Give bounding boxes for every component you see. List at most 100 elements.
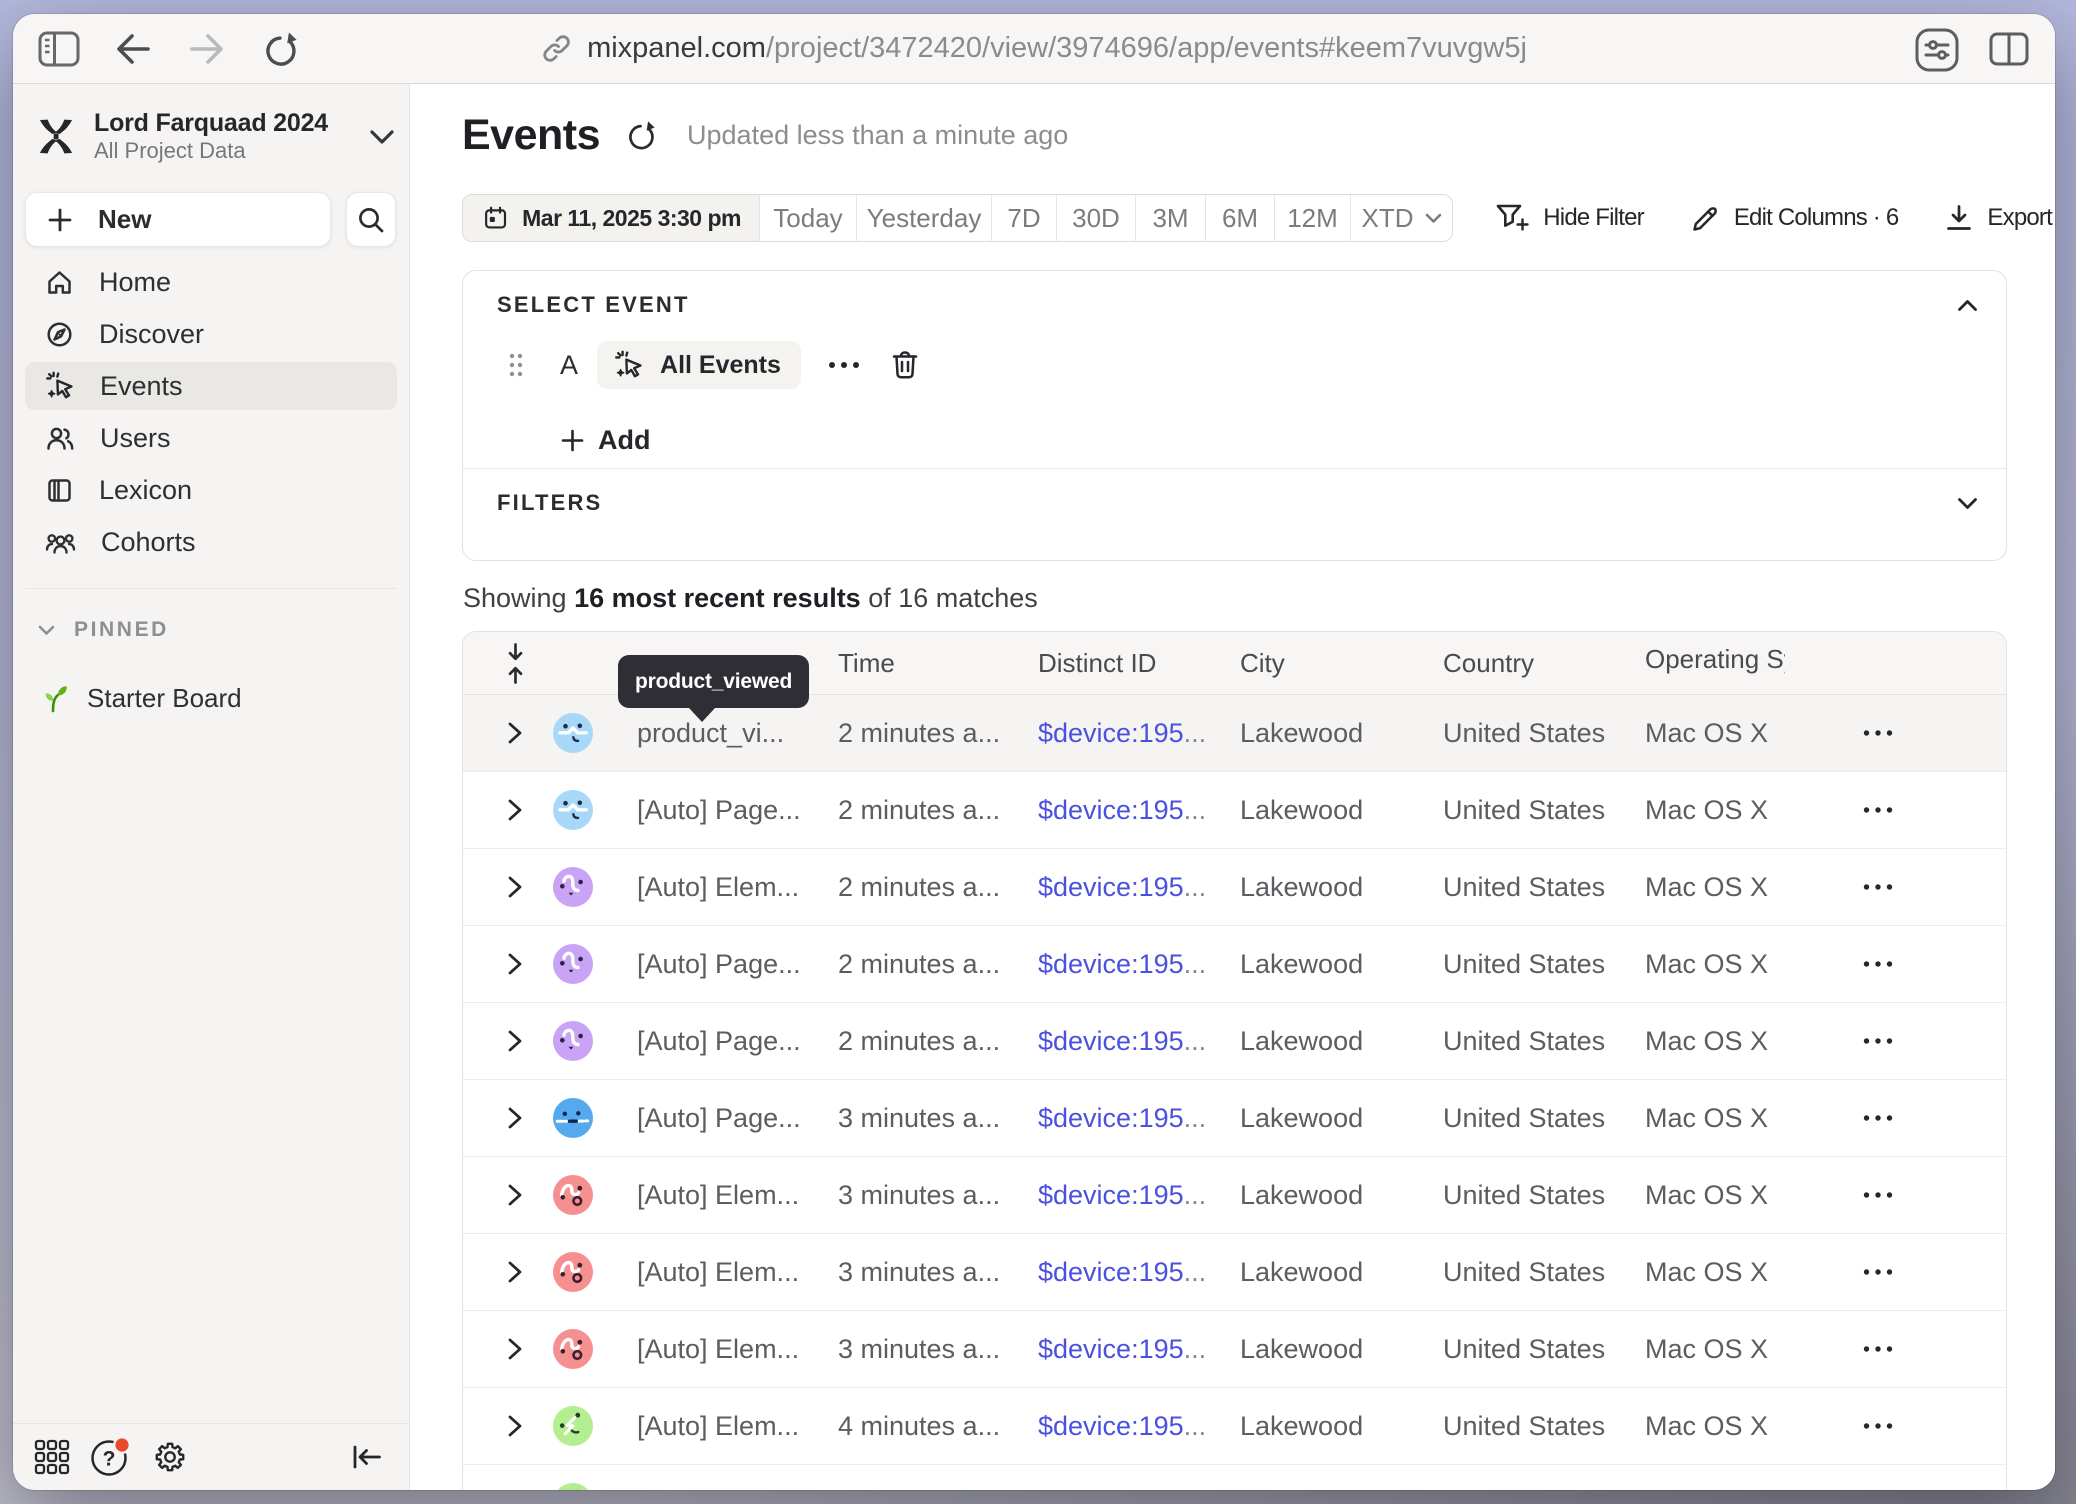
row-more-button[interactable] [1863, 1422, 1893, 1430]
event-more-button[interactable] [828, 361, 860, 369]
row-more-button[interactable] [1863, 729, 1893, 737]
refresh-icon[interactable] [625, 119, 658, 152]
cell-event-name[interactable]: [Auto] Page... [637, 949, 838, 980]
column-header-os[interactable]: Operating System [1645, 644, 1863, 682]
address-bar[interactable]: mixpanel.com/project/3472420/view/397469… [541, 32, 1527, 65]
table-row[interactable]: [Auto] Elem... 3 minutes a... $device:19… [463, 1234, 2006, 1311]
new-button[interactable]: New [25, 192, 331, 247]
pinned-section-header[interactable]: PINNED [38, 618, 409, 642]
chevron-right-icon[interactable] [505, 951, 525, 977]
forward-button[interactable] [185, 27, 229, 71]
collapse-sidebar-button[interactable] [345, 1435, 389, 1479]
cell-event-name[interactable]: [Auto] Page... [637, 795, 838, 826]
chevron-right-icon[interactable] [505, 1105, 525, 1131]
cell-event-name[interactable]: [Auto] Elem... [637, 1257, 838, 1288]
chevron-right-icon[interactable] [505, 1336, 525, 1362]
sidebar-item-discover[interactable]: Discover [25, 310, 397, 358]
chevron-right-icon[interactable] [505, 797, 525, 823]
page-settings-button[interactable] [1914, 27, 1958, 71]
add-event-button[interactable]: Add [560, 425, 2006, 456]
cell-distinct-id[interactable]: $device:195... [1038, 1488, 1240, 1491]
chevron-right-icon[interactable] [505, 1182, 525, 1208]
row-more-button[interactable] [1863, 960, 1893, 968]
row-more-button[interactable] [1863, 1191, 1893, 1199]
preset-30d[interactable]: 30D [1056, 195, 1135, 241]
table-row[interactable]: [Auto] Page... 3 minutes a... $device:19… [463, 1080, 2006, 1157]
date-picker[interactable]: Mar 11, 2025 3:30 pm [463, 195, 759, 241]
preset-xtd[interactable]: XTD [1350, 195, 1452, 241]
preset-yesterday[interactable]: Yesterday [856, 195, 991, 241]
cell-distinct-id[interactable]: $device:195... [1038, 1257, 1240, 1288]
trash-icon[interactable] [891, 350, 919, 380]
hide-filter-button[interactable]: Hide Filter [1495, 202, 1644, 234]
chevron-right-icon[interactable] [505, 874, 525, 900]
preset-7d[interactable]: 7D [991, 195, 1056, 241]
chevron-up-icon[interactable] [1957, 299, 1978, 312]
event-selector-chip[interactable]: All Events [597, 341, 801, 389]
cell-distinct-id[interactable]: $device:195... [1038, 1180, 1240, 1211]
preset-today[interactable]: Today [759, 195, 856, 241]
export-button[interactable]: Export [1944, 203, 2052, 233]
row-more-button[interactable] [1863, 883, 1893, 891]
table-row[interactable]: [Auto] Elem... 4 minutes a... $device:19… [463, 1465, 2006, 1490]
cell-distinct-id[interactable]: $device:195... [1038, 872, 1240, 903]
cell-event-name[interactable]: [Auto] Elem... [637, 1180, 838, 1211]
chevron-down-icon[interactable] [1957, 497, 1978, 510]
sidebar-item-lexicon[interactable]: Lexicon [25, 466, 397, 514]
search-button[interactable] [346, 192, 396, 247]
column-header-country[interactable]: Country [1443, 648, 1645, 679]
row-more-button[interactable] [1863, 1037, 1893, 1045]
cell-event-name[interactable]: [Auto] Elem... [637, 872, 838, 903]
column-header-distinct-id[interactable]: Distinct ID [1038, 648, 1240, 679]
chevron-right-icon[interactable] [505, 1413, 525, 1439]
column-header-city[interactable]: City [1240, 648, 1443, 679]
table-row[interactable]: [Auto] Elem... 3 minutes a... $device:19… [463, 1311, 2006, 1388]
sidebar-item-starter-board[interactable]: Starter Board [40, 683, 409, 714]
preset-6m[interactable]: 6M [1205, 195, 1274, 241]
apps-grid-button[interactable] [30, 1435, 74, 1479]
table-row[interactable]: [Auto] Elem... 2 minutes a... $device:19… [463, 849, 2006, 926]
row-more-button[interactable] [1863, 1114, 1893, 1122]
cell-distinct-id[interactable]: $device:195... [1038, 1411, 1240, 1442]
sidebar-item-cohorts[interactable]: Cohorts [25, 518, 397, 566]
cell-distinct-id[interactable]: $device:195... [1038, 718, 1240, 749]
table-row[interactable]: [Auto] Page... 2 minutes a... $device:19… [463, 926, 2006, 1003]
preset-12m[interactable]: 12M [1274, 195, 1350, 241]
chevron-right-icon[interactable] [505, 1259, 525, 1285]
split-view-button[interactable] [1987, 27, 2031, 71]
workspace-switcher[interactable]: Lord Farquaad 2024 All Project Data [38, 111, 395, 162]
cell-event-name[interactable]: [Auto] Elem... [637, 1334, 838, 1365]
cell-distinct-id[interactable]: $device:195... [1038, 1103, 1240, 1134]
table-row[interactable]: [Auto] Elem... 4 minutes a... $device:19… [463, 1388, 2006, 1465]
cell-event-name[interactable]: [Auto] Elem... [637, 1411, 838, 1442]
settings-button[interactable] [148, 1435, 192, 1479]
sidebar-item-home[interactable]: Home [25, 258, 397, 306]
cell-distinct-id[interactable]: $device:195... [1038, 1026, 1240, 1057]
sidebar-item-events[interactable]: Events [25, 362, 397, 410]
reload-button[interactable] [259, 27, 303, 71]
chevron-right-icon[interactable] [505, 720, 525, 746]
column-header-time[interactable]: Time [838, 648, 1038, 679]
edit-columns-button[interactable]: Edit Columns · 6 [1690, 203, 1899, 234]
collapse-all-icon[interactable] [505, 641, 526, 686]
help-button[interactable]: ? [89, 1435, 133, 1479]
sidebar-item-users[interactable]: Users [25, 414, 397, 462]
cell-distinct-id[interactable]: $device:195... [1038, 795, 1240, 826]
table-row[interactable]: [Auto] Elem... 3 minutes a... $device:19… [463, 1157, 2006, 1234]
row-more-button[interactable] [1863, 1345, 1893, 1353]
drag-handle-icon[interactable] [509, 353, 523, 377]
chevron-right-icon[interactable] [505, 1028, 525, 1054]
cell-event-name[interactable]: [Auto] Page... [637, 1103, 838, 1134]
table-row[interactable]: [Auto] Page... 2 minutes a... $device:19… [463, 772, 2006, 849]
row-more-button[interactable] [1863, 806, 1893, 814]
cell-distinct-id[interactable]: $device:195... [1038, 1334, 1240, 1365]
row-more-button[interactable] [1863, 1268, 1893, 1276]
cell-event-name[interactable]: [Auto] Elem... [637, 1488, 838, 1491]
back-button[interactable] [111, 27, 155, 71]
cell-event-name[interactable]: product_vi... [637, 718, 838, 749]
cell-distinct-id[interactable]: $device:195... [1038, 949, 1240, 980]
preset-3m[interactable]: 3M [1135, 195, 1205, 241]
sidebar-toggle-button[interactable] [37, 27, 81, 71]
table-row[interactable]: [Auto] Page... 2 minutes a... $device:19… [463, 1003, 2006, 1080]
cell-event-name[interactable]: [Auto] Page... [637, 1026, 838, 1057]
